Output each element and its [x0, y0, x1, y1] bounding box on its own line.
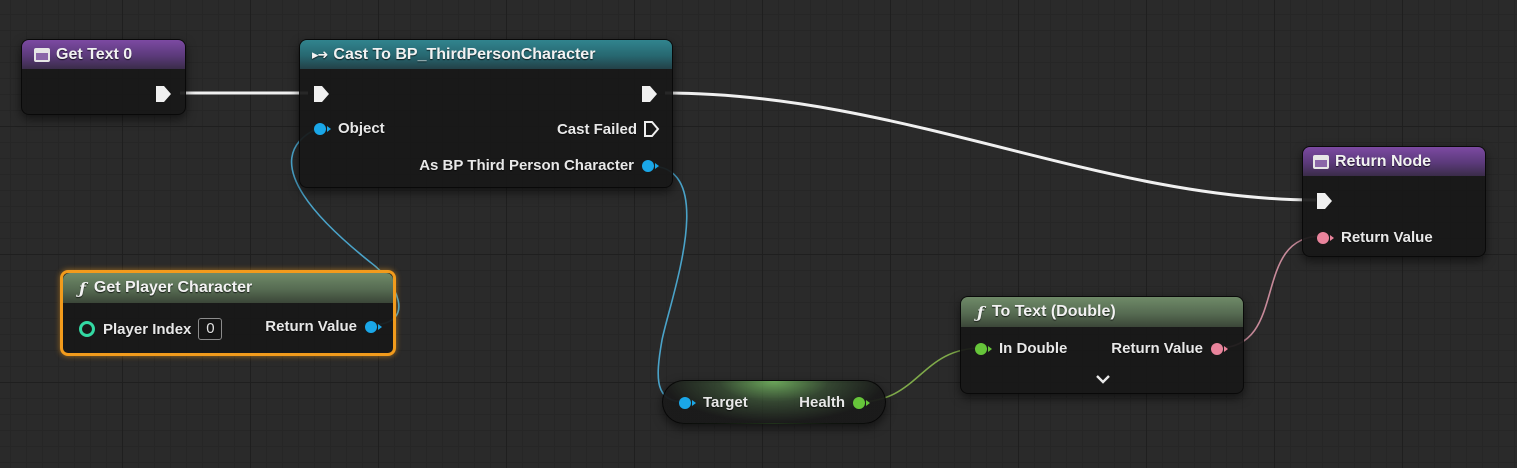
object-input-pin[interactable]	[314, 122, 331, 135]
target-label: Target	[703, 394, 748, 411]
exec-in-pin[interactable]	[313, 85, 330, 103]
cast-node[interactable]: ▸➜ Cast To BP_ThirdPersonCharacter Objec…	[299, 39, 673, 188]
function-icon: ƒ	[79, 278, 86, 298]
function-entry-icon	[34, 47, 50, 62]
object-pin-label: Object	[338, 120, 385, 137]
as-character-label: As BP Third Person Character	[419, 157, 634, 174]
health-label: Health	[799, 394, 845, 411]
exec-in-pin[interactable]	[1316, 192, 1333, 210]
object-pin-row[interactable]: Object	[314, 120, 385, 137]
exec-wire-cast-to-return[interactable]	[664, 91, 1317, 202]
as-character-pin-row[interactable]: As BP Third Person Character	[419, 157, 659, 174]
return-value-label: Return Value	[265, 318, 357, 335]
cast-failed-exec-pin[interactable]	[643, 120, 660, 138]
as-character-output-pin[interactable]	[642, 159, 659, 172]
cast-node-header[interactable]: ▸➜ Cast To BP_ThirdPersonCharacter	[300, 40, 672, 69]
return-node-title: Return Node	[1335, 152, 1431, 170]
to-text-return-pin-row[interactable]: Return Value	[1111, 340, 1228, 357]
player-index-label: Player Index	[103, 320, 192, 338]
return-value-pin-row[interactable]: Return Value	[1317, 229, 1433, 246]
health-getter-node[interactable]: Target Health	[662, 380, 886, 424]
to-text-double-title: To Text (Double)	[991, 303, 1116, 320]
cast-node-title: Cast To BP_ThirdPersonCharacter	[333, 45, 596, 63]
get-player-character-title: Get Player Character	[93, 279, 253, 296]
get-player-character-header[interactable]: ƒ Get Player Character	[63, 273, 393, 303]
exec-out-pin[interactable]	[641, 85, 658, 103]
return-node[interactable]: Return Node Return Value	[1302, 146, 1486, 257]
function-result-icon	[1313, 154, 1329, 169]
return-value-input-pin[interactable]	[1317, 231, 1334, 244]
cast-icon: ▸➜	[312, 46, 328, 62]
player-index-value-input[interactable]: 0	[198, 318, 223, 340]
target-input-pin[interactable]	[679, 396, 696, 409]
cast-failed-pin-row[interactable]: Cast Failed	[557, 120, 660, 138]
in-double-pin-row[interactable]: In Double	[975, 340, 1067, 357]
return-node-value-label: Return Value	[1341, 229, 1433, 246]
to-text-double-node[interactable]: ƒ To Text (Double) In Double Return Valu…	[960, 296, 1244, 394]
exec-out-pin[interactable]	[155, 85, 172, 103]
health-pin-row[interactable]: Health	[799, 394, 870, 411]
blueprint-graph-canvas[interactable]: Get Text 0 ▸➜ Cast To BP_ThirdPersonChar…	[0, 0, 1517, 468]
player-index-input-pin[interactable]	[79, 321, 95, 337]
cast-failed-label: Cast Failed	[556, 120, 637, 138]
to-text-return-output-pin[interactable]	[1211, 342, 1228, 355]
in-double-input-pin[interactable]	[975, 342, 992, 355]
in-double-label: In Double	[999, 340, 1068, 357]
chevron-down-icon[interactable]	[1095, 373, 1111, 385]
get-text-node[interactable]: Get Text 0	[21, 39, 186, 115]
object-wire-cast-to-target[interactable]	[649, 165, 688, 403]
get-player-character-node[interactable]: ƒ Get Player Character Player Index 0 Re…	[60, 270, 396, 356]
target-pin-row[interactable]: Target	[679, 394, 748, 411]
player-index-pin-row[interactable]: Player Index 0	[79, 318, 223, 340]
to-text-double-header[interactable]: ƒ To Text (Double)	[961, 297, 1243, 327]
return-value-output-pin[interactable]	[365, 320, 382, 333]
health-output-pin[interactable]	[853, 396, 870, 409]
function-icon: ƒ	[977, 302, 984, 322]
to-text-return-label: Return Value	[1111, 340, 1203, 357]
return-value-pin-row[interactable]: Return Value	[265, 318, 382, 335]
get-text-node-title: Get Text 0	[56, 45, 133, 63]
return-node-header[interactable]: Return Node	[1303, 147, 1485, 176]
get-text-node-header[interactable]: Get Text 0	[22, 40, 185, 69]
